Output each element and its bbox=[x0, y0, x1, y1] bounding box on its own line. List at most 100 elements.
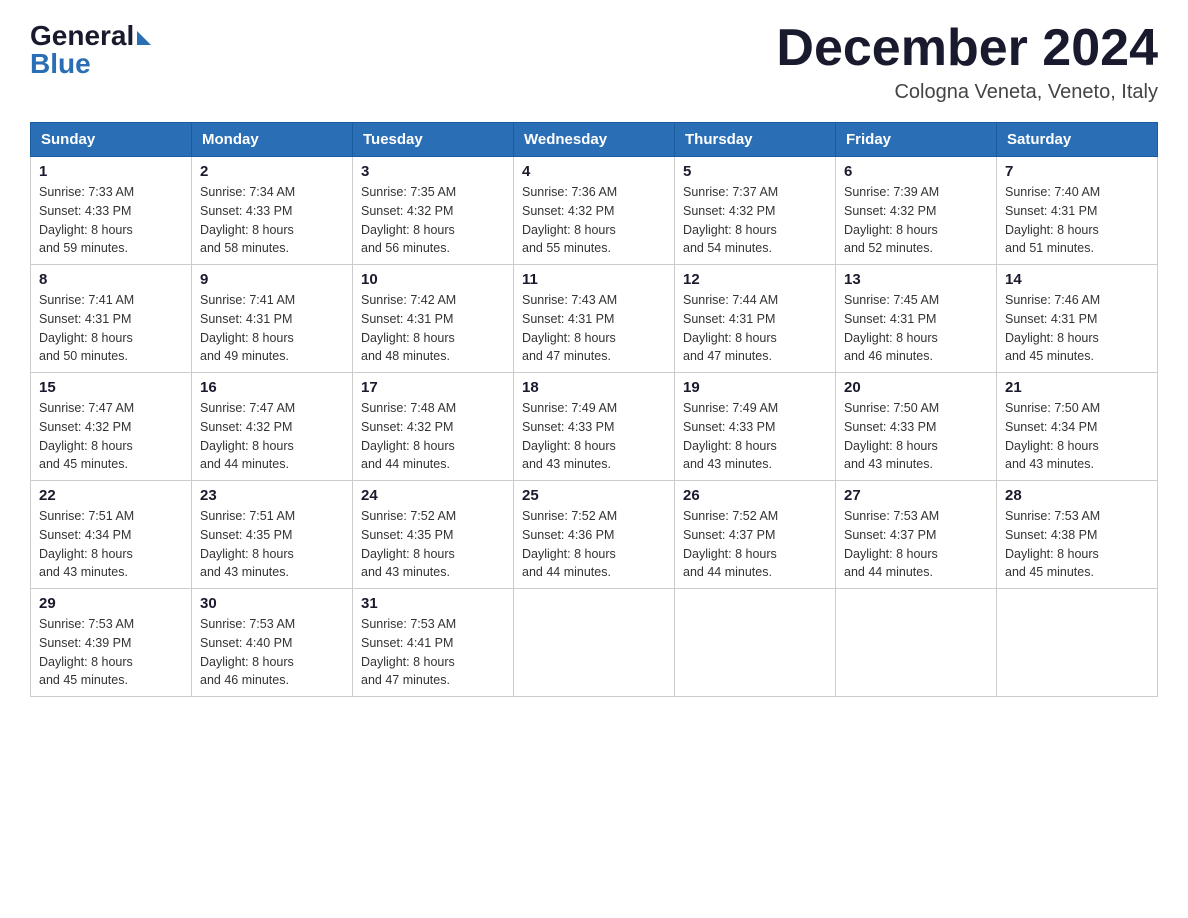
day-number: 24 bbox=[361, 487, 505, 504]
day-info: Sunrise: 7:40 AMSunset: 4:31 PMDaylight:… bbox=[1005, 185, 1100, 255]
day-info: Sunrise: 7:43 AMSunset: 4:31 PMDaylight:… bbox=[522, 293, 617, 363]
day-info: Sunrise: 7:53 AMSunset: 4:41 PMDaylight:… bbox=[361, 617, 456, 687]
day-info: Sunrise: 7:52 AMSunset: 4:36 PMDaylight:… bbox=[522, 509, 617, 579]
day-info: Sunrise: 7:51 AMSunset: 4:34 PMDaylight:… bbox=[39, 509, 134, 579]
calendar-day-19: 19 Sunrise: 7:49 AMSunset: 4:33 PMDaylig… bbox=[675, 373, 836, 481]
calendar-day-3: 3 Sunrise: 7:35 AMSunset: 4:32 PMDayligh… bbox=[353, 157, 514, 265]
day-info: Sunrise: 7:53 AMSunset: 4:40 PMDaylight:… bbox=[200, 617, 295, 687]
day-info: Sunrise: 7:37 AMSunset: 4:32 PMDaylight:… bbox=[683, 185, 778, 255]
empty-cell bbox=[997, 589, 1158, 697]
day-info: Sunrise: 7:50 AMSunset: 4:34 PMDaylight:… bbox=[1005, 401, 1100, 471]
calendar-day-8: 8 Sunrise: 7:41 AMSunset: 4:31 PMDayligh… bbox=[31, 265, 192, 373]
day-number: 7 bbox=[1005, 163, 1149, 180]
calendar-day-20: 20 Sunrise: 7:50 AMSunset: 4:33 PMDaylig… bbox=[836, 373, 997, 481]
calendar-day-10: 10 Sunrise: 7:42 AMSunset: 4:31 PMDaylig… bbox=[353, 265, 514, 373]
day-number: 1 bbox=[39, 163, 183, 180]
day-number: 23 bbox=[200, 487, 344, 504]
day-number: 27 bbox=[844, 487, 988, 504]
day-number: 28 bbox=[1005, 487, 1149, 504]
day-info: Sunrise: 7:45 AMSunset: 4:31 PMDaylight:… bbox=[844, 293, 939, 363]
calendar-day-9: 9 Sunrise: 7:41 AMSunset: 4:31 PMDayligh… bbox=[192, 265, 353, 373]
calendar-header-saturday: Saturday bbox=[997, 123, 1158, 157]
calendar-day-7: 7 Sunrise: 7:40 AMSunset: 4:31 PMDayligh… bbox=[997, 157, 1158, 265]
day-number: 13 bbox=[844, 271, 988, 288]
calendar-day-30: 30 Sunrise: 7:53 AMSunset: 4:40 PMDaylig… bbox=[192, 589, 353, 697]
calendar-week-1: 1 Sunrise: 7:33 AMSunset: 4:33 PMDayligh… bbox=[31, 157, 1158, 265]
day-info: Sunrise: 7:36 AMSunset: 4:32 PMDaylight:… bbox=[522, 185, 617, 255]
day-number: 11 bbox=[522, 271, 666, 288]
day-info: Sunrise: 7:53 AMSunset: 4:37 PMDaylight:… bbox=[844, 509, 939, 579]
day-number: 29 bbox=[39, 595, 183, 612]
calendar-day-16: 16 Sunrise: 7:47 AMSunset: 4:32 PMDaylig… bbox=[192, 373, 353, 481]
day-info: Sunrise: 7:33 AMSunset: 4:33 PMDaylight:… bbox=[39, 185, 134, 255]
calendar-header-tuesday: Tuesday bbox=[353, 123, 514, 157]
calendar-day-29: 29 Sunrise: 7:53 AMSunset: 4:39 PMDaylig… bbox=[31, 589, 192, 697]
day-number: 21 bbox=[1005, 379, 1149, 396]
day-info: Sunrise: 7:42 AMSunset: 4:31 PMDaylight:… bbox=[361, 293, 456, 363]
day-info: Sunrise: 7:41 AMSunset: 4:31 PMDaylight:… bbox=[200, 293, 295, 363]
calendar-day-28: 28 Sunrise: 7:53 AMSunset: 4:38 PMDaylig… bbox=[997, 481, 1158, 589]
calendar-day-17: 17 Sunrise: 7:48 AMSunset: 4:32 PMDaylig… bbox=[353, 373, 514, 481]
calendar-day-6: 6 Sunrise: 7:39 AMSunset: 4:32 PMDayligh… bbox=[836, 157, 997, 265]
calendar-day-24: 24 Sunrise: 7:52 AMSunset: 4:35 PMDaylig… bbox=[353, 481, 514, 589]
calendar-day-21: 21 Sunrise: 7:50 AMSunset: 4:34 PMDaylig… bbox=[997, 373, 1158, 481]
day-number: 20 bbox=[844, 379, 988, 396]
page-header: General Blue December 2024 Cologna Venet… bbox=[30, 20, 1158, 104]
calendar-day-13: 13 Sunrise: 7:45 AMSunset: 4:31 PMDaylig… bbox=[836, 265, 997, 373]
location-text: Cologna Veneta, Veneto, Italy bbox=[776, 81, 1158, 104]
calendar-day-2: 2 Sunrise: 7:34 AMSunset: 4:33 PMDayligh… bbox=[192, 157, 353, 265]
calendar-day-18: 18 Sunrise: 7:49 AMSunset: 4:33 PMDaylig… bbox=[514, 373, 675, 481]
day-number: 18 bbox=[522, 379, 666, 396]
empty-cell bbox=[675, 589, 836, 697]
day-info: Sunrise: 7:34 AMSunset: 4:33 PMDaylight:… bbox=[200, 185, 295, 255]
calendar-header-thursday: Thursday bbox=[675, 123, 836, 157]
empty-cell bbox=[836, 589, 997, 697]
calendar-week-5: 29 Sunrise: 7:53 AMSunset: 4:39 PMDaylig… bbox=[31, 589, 1158, 697]
day-number: 9 bbox=[200, 271, 344, 288]
calendar-header-sunday: Sunday bbox=[31, 123, 192, 157]
day-number: 17 bbox=[361, 379, 505, 396]
day-number: 12 bbox=[683, 271, 827, 288]
day-number: 2 bbox=[200, 163, 344, 180]
day-info: Sunrise: 7:53 AMSunset: 4:38 PMDaylight:… bbox=[1005, 509, 1100, 579]
calendar-day-12: 12 Sunrise: 7:44 AMSunset: 4:31 PMDaylig… bbox=[675, 265, 836, 373]
day-info: Sunrise: 7:46 AMSunset: 4:31 PMDaylight:… bbox=[1005, 293, 1100, 363]
day-info: Sunrise: 7:53 AMSunset: 4:39 PMDaylight:… bbox=[39, 617, 134, 687]
calendar-header-friday: Friday bbox=[836, 123, 997, 157]
day-info: Sunrise: 7:50 AMSunset: 4:33 PMDaylight:… bbox=[844, 401, 939, 471]
calendar-day-11: 11 Sunrise: 7:43 AMSunset: 4:31 PMDaylig… bbox=[514, 265, 675, 373]
empty-cell bbox=[514, 589, 675, 697]
day-info: Sunrise: 7:39 AMSunset: 4:32 PMDaylight:… bbox=[844, 185, 939, 255]
calendar-day-14: 14 Sunrise: 7:46 AMSunset: 4:31 PMDaylig… bbox=[997, 265, 1158, 373]
day-number: 5 bbox=[683, 163, 827, 180]
calendar-day-31: 31 Sunrise: 7:53 AMSunset: 4:41 PMDaylig… bbox=[353, 589, 514, 697]
day-number: 4 bbox=[522, 163, 666, 180]
calendar-day-4: 4 Sunrise: 7:36 AMSunset: 4:32 PMDayligh… bbox=[514, 157, 675, 265]
logo: General Blue bbox=[30, 20, 151, 80]
calendar-week-4: 22 Sunrise: 7:51 AMSunset: 4:34 PMDaylig… bbox=[31, 481, 1158, 589]
day-info: Sunrise: 7:48 AMSunset: 4:32 PMDaylight:… bbox=[361, 401, 456, 471]
day-info: Sunrise: 7:49 AMSunset: 4:33 PMDaylight:… bbox=[522, 401, 617, 471]
calendar-day-26: 26 Sunrise: 7:52 AMSunset: 4:37 PMDaylig… bbox=[675, 481, 836, 589]
day-number: 15 bbox=[39, 379, 183, 396]
day-info: Sunrise: 7:35 AMSunset: 4:32 PMDaylight:… bbox=[361, 185, 456, 255]
day-number: 6 bbox=[844, 163, 988, 180]
day-number: 8 bbox=[39, 271, 183, 288]
calendar-day-1: 1 Sunrise: 7:33 AMSunset: 4:33 PMDayligh… bbox=[31, 157, 192, 265]
day-info: Sunrise: 7:41 AMSunset: 4:31 PMDaylight:… bbox=[39, 293, 134, 363]
calendar-week-3: 15 Sunrise: 7:47 AMSunset: 4:32 PMDaylig… bbox=[31, 373, 1158, 481]
day-info: Sunrise: 7:52 AMSunset: 4:37 PMDaylight:… bbox=[683, 509, 778, 579]
logo-blue-text: Blue bbox=[30, 48, 91, 80]
day-number: 16 bbox=[200, 379, 344, 396]
calendar-day-23: 23 Sunrise: 7:51 AMSunset: 4:35 PMDaylig… bbox=[192, 481, 353, 589]
day-number: 14 bbox=[1005, 271, 1149, 288]
month-title: December 2024 bbox=[776, 20, 1158, 77]
calendar-table: SundayMondayTuesdayWednesdayThursdayFrid… bbox=[30, 122, 1158, 697]
calendar-header-monday: Monday bbox=[192, 123, 353, 157]
calendar-day-22: 22 Sunrise: 7:51 AMSunset: 4:34 PMDaylig… bbox=[31, 481, 192, 589]
calendar-header-wednesday: Wednesday bbox=[514, 123, 675, 157]
day-number: 31 bbox=[361, 595, 505, 612]
calendar-header-row: SundayMondayTuesdayWednesdayThursdayFrid… bbox=[31, 123, 1158, 157]
day-number: 26 bbox=[683, 487, 827, 504]
day-number: 3 bbox=[361, 163, 505, 180]
